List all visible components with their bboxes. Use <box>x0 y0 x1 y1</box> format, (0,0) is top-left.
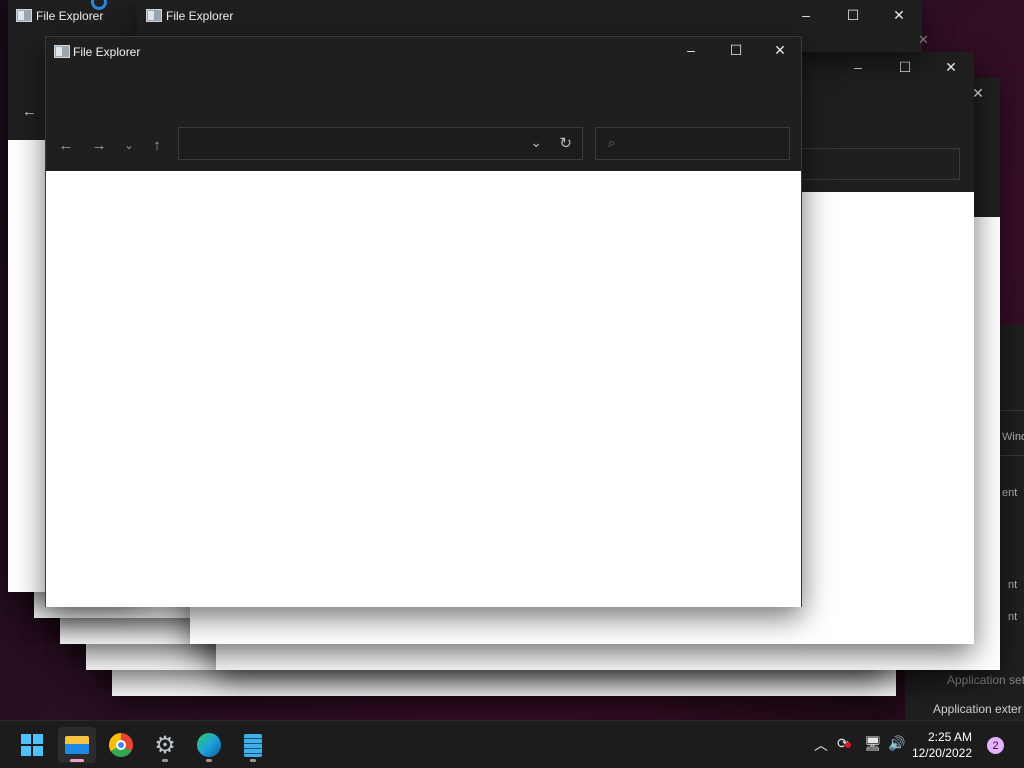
address-bar[interactable]: ⌄ ↻ <box>178 127 583 160</box>
taskbar: ⚙ ︿ ⟳ 🖥 🔊 2:25 AM 12/20/2022 2 <box>0 720 1024 768</box>
back-button[interactable]: ← <box>54 135 78 155</box>
panel-text: Wind <box>1002 431 1024 443</box>
folder-icon <box>65 736 89 754</box>
minimize-button[interactable]: – <box>783 0 829 30</box>
forward-arrow-icon: → <box>91 136 107 154</box>
back-arrow-icon[interactable]: ← <box>22 103 37 120</box>
taskbar-notepad[interactable] <box>234 727 272 763</box>
active-indicator <box>70 759 84 762</box>
close-button[interactable]: ✕ <box>928 52 974 82</box>
window-title: File Explorer <box>166 9 234 23</box>
close-button[interactable]: ✕ <box>757 35 803 65</box>
recent-locations-button[interactable]: ⌄ <box>117 135 141 155</box>
loading-spinner-icon <box>91 0 107 10</box>
taskbar-file-explorer[interactable] <box>58 727 96 763</box>
taskbar-edge[interactable] <box>190 727 228 763</box>
up-arrow-icon: ↑ <box>153 136 161 154</box>
edge-icon <box>197 733 221 757</box>
maximize-button[interactable]: ☐ <box>830 0 876 30</box>
sync-icon[interactable]: ⟳ <box>837 735 851 752</box>
maximize-button[interactable]: ☐ <box>882 52 928 82</box>
taskbar-chrome[interactable] <box>102 727 140 763</box>
file-list-area[interactable] <box>46 171 801 607</box>
show-hidden-icons-chevron-icon[interactable]: ︿ <box>814 735 828 755</box>
file-explorer-icon <box>54 45 70 58</box>
window-title: File Explorer <box>36 9 104 23</box>
close-button[interactable]: ✕ <box>876 0 922 30</box>
chevron-down-icon: ⌄ <box>124 139 134 152</box>
notepad-icon <box>244 733 262 757</box>
open-indicator <box>206 759 212 762</box>
gear-icon: ⚙ <box>154 731 176 759</box>
panel-text: nt <box>1008 579 1018 591</box>
panel-text[interactable]: Application exter <box>933 702 1022 716</box>
close-icon[interactable]: ✕ <box>918 32 929 48</box>
up-button[interactable]: ↑ <box>145 135 169 155</box>
window-title: File Explorer <box>73 45 141 59</box>
refresh-icon[interactable]: ↻ <box>559 134 572 152</box>
start-button[interactable] <box>13 727 51 763</box>
panel-text: ent <box>1002 487 1018 499</box>
windows-logo-icon <box>21 734 43 756</box>
taskbar-settings[interactable]: ⚙ <box>146 727 184 763</box>
back-arrow-icon: ← <box>58 136 74 154</box>
open-indicator <box>250 759 256 762</box>
open-indicator <box>162 759 168 762</box>
maximize-button[interactable]: ☐ <box>713 35 759 65</box>
minimize-button[interactable]: – <box>668 35 714 65</box>
minimize-button[interactable]: – <box>835 52 881 82</box>
chevron-down-icon[interactable]: ⌄ <box>530 134 542 151</box>
notification-badge[interactable]: 2 <box>987 737 1004 754</box>
forward-button[interactable]: → <box>87 135 111 155</box>
network-icon[interactable]: 🖥 <box>864 735 882 752</box>
file-explorer-icon <box>16 9 32 22</box>
panel-text: nt <box>1008 611 1018 623</box>
clock[interactable]: 2:25 AM 12/20/2022 <box>912 729 972 761</box>
volume-icon[interactable]: 🔊 <box>888 735 905 752</box>
search-input[interactable]: ⌕ <box>595 127 790 160</box>
time-text: 2:25 AM <box>927 730 972 744</box>
file-explorer-window[interactable]: File Explorer – ☐ ✕ ← → ⌄ ↑ ⌄ ↻ ⌕ <box>45 36 802 607</box>
search-icon: ⌕ <box>608 135 616 150</box>
file-explorer-icon <box>146 9 162 22</box>
chrome-icon <box>109 733 133 757</box>
date-text: 12/20/2022 <box>911 746 972 760</box>
search-box[interactable] <box>780 148 960 180</box>
panel-text: Application set <box>947 673 1024 687</box>
